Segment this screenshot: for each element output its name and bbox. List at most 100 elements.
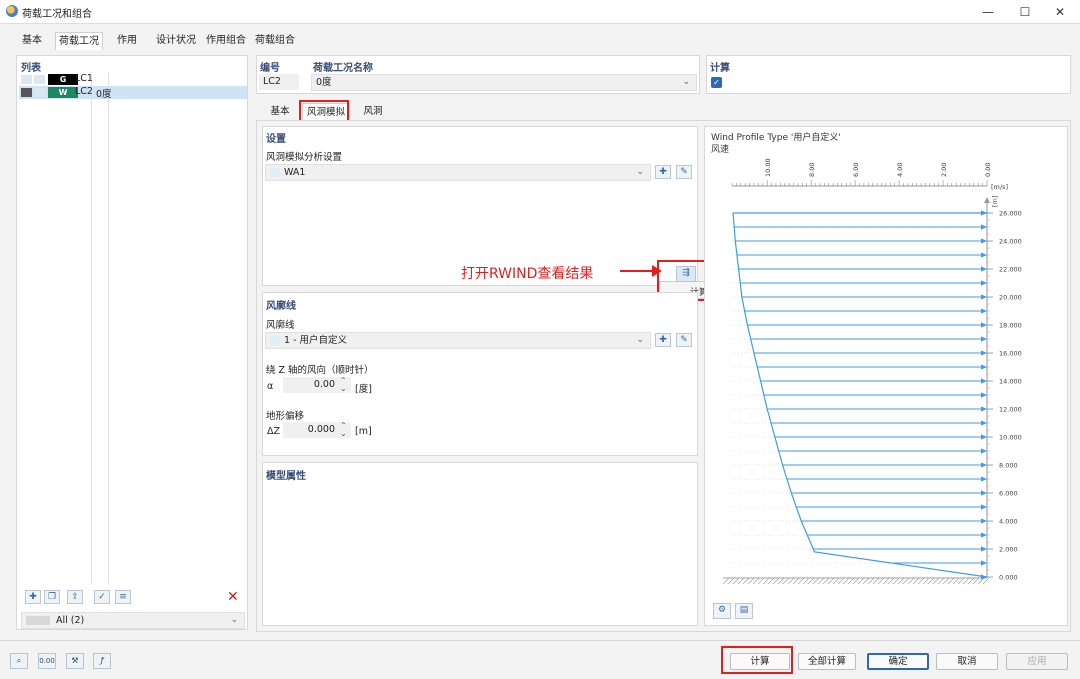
- cancel-button[interactable]: 取消: [936, 653, 998, 670]
- list-item[interactable]: G LC1: [19, 73, 247, 86]
- y-tick-label: 24.000: [999, 238, 1022, 246]
- ground-hatch: [932, 577, 940, 585]
- new-item-icon[interactable]: ✚: [25, 590, 41, 604]
- chevron-down-icon: ⌄: [230, 615, 238, 625]
- ground-hatch: [852, 577, 860, 585]
- alpha-stepper[interactable]: ⌃ ⌄: [340, 377, 347, 393]
- ground-hatch: [827, 577, 835, 585]
- analysis-settings-select[interactable]: WA1 ⌄: [265, 164, 651, 181]
- subtab-wind-tunnel[interactable]: 风洞: [354, 103, 392, 121]
- app-icon: [6, 5, 18, 17]
- ground-hatch: [807, 577, 815, 585]
- y-tick-label: 2.000: [999, 546, 1018, 554]
- ground-hatch: [767, 577, 775, 585]
- dz-stepper[interactable]: ⌃ ⌄: [340, 422, 347, 438]
- ground-hatch: [942, 577, 950, 585]
- import-item-icon[interactable]: ⇪: [67, 590, 83, 604]
- wind-arrow-head: [981, 252, 987, 258]
- filter-select[interactable]: All (2) ⌄: [21, 612, 245, 629]
- tab-load-combinations[interactable]: 荷载组合: [252, 32, 298, 50]
- ok-button[interactable]: 确定: [867, 653, 929, 670]
- wind-profile-label: 风廓线: [266, 320, 295, 331]
- action-type-badge: W: [48, 87, 78, 98]
- subtab-basic[interactable]: 基本: [260, 103, 300, 121]
- color-swatch: [270, 336, 280, 345]
- wind-profile-select[interactable]: 1 - 用户自定义 ⌄: [265, 332, 651, 349]
- ground-hatch: [907, 577, 915, 585]
- minimize-button[interactable]: —: [975, 3, 1001, 21]
- y-tick-label: 18.000: [999, 322, 1022, 330]
- calculate-all-button[interactable]: 全部计算: [798, 653, 856, 670]
- x-tick-label: 8.00: [808, 163, 816, 177]
- ground-hatch: [742, 577, 750, 585]
- number-field[interactable]: LC2: [259, 74, 299, 90]
- tab-load-cases[interactable]: 荷载工况: [55, 32, 103, 50]
- wind-profile-panel: 风廓线 风廓线 1 - 用户自定义 ⌄ ✚ ✎ 绕 Z 轴的风向（顺时针） α …: [262, 292, 698, 456]
- wind-arrow-head: [981, 518, 987, 524]
- settings-panel: 设置 风洞模拟分析设置 WA1 ⌄ ✚ ✎: [262, 126, 698, 286]
- renumber-items-icon[interactable]: ≡: [115, 590, 131, 604]
- maximize-button[interactable]: ☐: [1012, 3, 1038, 21]
- delete-icon[interactable]: ✕: [227, 589, 239, 605]
- wind-arrow-head: [981, 504, 987, 510]
- wind-arrow-head: [981, 308, 987, 314]
- name-label: 荷载工况名称: [313, 63, 373, 74]
- terrain-offset-label: 地形偏移: [266, 411, 305, 422]
- settings-icon[interactable]: ⚒: [66, 653, 84, 669]
- dz-symbol: ΔZ: [267, 426, 281, 437]
- ground-hatch: [877, 577, 885, 585]
- ground-hatch: [832, 577, 840, 585]
- load-case-name-select[interactable]: 0度 ⌄: [311, 74, 697, 91]
- ground-hatch: [842, 577, 850, 585]
- ground-hatch: [782, 577, 790, 585]
- edit-profile-icon[interactable]: ✎: [676, 333, 692, 347]
- color-chip: [34, 88, 45, 97]
- new-profile-icon[interactable]: ✚: [655, 333, 671, 347]
- color-chip: [21, 75, 32, 84]
- edit-setting-icon[interactable]: ✎: [676, 165, 692, 179]
- list-divider: [108, 72, 109, 584]
- tab-design-situations[interactable]: 设计状况: [153, 32, 199, 50]
- ground-hatch: [757, 577, 765, 585]
- ground-hatch: [737, 577, 745, 585]
- x-tick-label: 10.00: [764, 158, 772, 177]
- window-title: 荷载工况和组合: [22, 9, 92, 20]
- y-tick-label: 10.000: [999, 434, 1022, 442]
- y-tick-label: 4.000: [999, 518, 1018, 526]
- x-tick-label: 6.00: [852, 163, 860, 177]
- wind-arrow-head: [981, 448, 987, 454]
- chart-settings-icon[interactable]: ⚙: [713, 603, 731, 619]
- apply-button[interactable]: 应用: [1006, 653, 1068, 670]
- ground-hatch: [722, 577, 730, 585]
- ground-hatch: [897, 577, 905, 585]
- units-icon[interactable]: 0.00: [38, 653, 56, 669]
- load-case-id: LC1: [75, 73, 93, 84]
- model-properties-panel: 模型属性: [262, 462, 698, 626]
- analysis-settings-label: 风洞模拟分析设置: [266, 152, 343, 163]
- ground-hatch: [927, 577, 935, 585]
- tab-action-combinations[interactable]: 作用组合: [203, 32, 249, 50]
- y-tick-label: 26.000: [999, 210, 1022, 218]
- close-button[interactable]: ✕: [1047, 3, 1073, 21]
- tab-basic[interactable]: 基本: [14, 32, 50, 50]
- tab-actions[interactable]: 作用: [108, 32, 146, 50]
- copy-item-icon[interactable]: ❐: [44, 590, 60, 604]
- ground-hatch: [867, 577, 875, 585]
- search-icon[interactable]: ⌕: [10, 653, 28, 669]
- y-tick-label: 20.000: [999, 294, 1022, 302]
- model-properties-title: 模型属性: [266, 471, 306, 482]
- chart-view-icon[interactable]: ▤: [735, 603, 753, 619]
- check-items-icon[interactable]: ✓: [94, 590, 110, 604]
- y-tick-label: 14.000: [999, 378, 1022, 386]
- list-divider: [91, 72, 92, 584]
- calc-checkbox[interactable]: ✓: [711, 77, 722, 88]
- y-tick-label: 0.000: [999, 574, 1018, 582]
- ground-hatch: [732, 577, 740, 585]
- formula-icon[interactable]: ƒ: [93, 653, 111, 669]
- ground-hatch: [797, 577, 805, 585]
- list-item[interactable]: W LC2 0度: [19, 86, 247, 100]
- new-setting-icon[interactable]: ✚: [655, 165, 671, 179]
- alpha-unit: [度]: [355, 384, 372, 395]
- ground-hatch: [772, 577, 780, 585]
- wind-arrow-head: [981, 224, 987, 230]
